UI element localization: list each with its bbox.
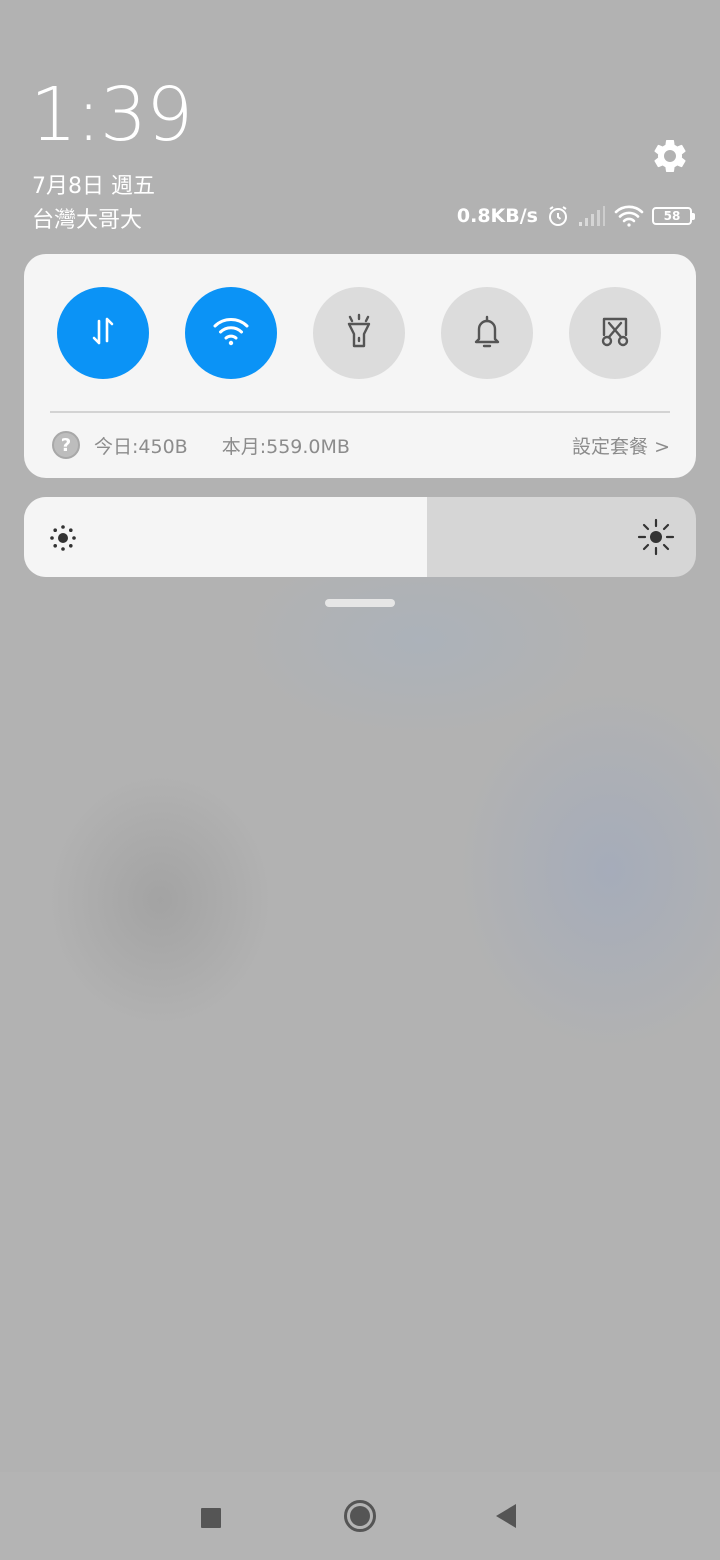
screenshot-toggle[interactable] bbox=[569, 287, 661, 379]
mobile-data-toggle[interactable] bbox=[57, 287, 149, 379]
data-usage-today: 今日:450B bbox=[94, 435, 188, 458]
notifications-toggle[interactable] bbox=[441, 287, 533, 379]
back-button[interactable] bbox=[494, 1503, 518, 1533]
navigation-bar bbox=[0, 1472, 720, 1560]
brightness-high-icon bbox=[636, 517, 676, 561]
status-icons-row: 0.8KB/s 58 bbox=[456, 202, 695, 230]
wifi-signal-icon bbox=[614, 204, 644, 228]
brightness-low-icon bbox=[48, 523, 78, 557]
screenshot-scissors-icon bbox=[596, 313, 634, 353]
help-icon[interactable]: ? bbox=[52, 431, 80, 459]
wifi-toggle[interactable] bbox=[185, 287, 277, 379]
bell-icon bbox=[469, 312, 505, 354]
alarm-icon bbox=[546, 204, 570, 228]
recent-apps-button[interactable] bbox=[200, 1507, 222, 1533]
battery-icon: 58 bbox=[652, 207, 695, 225]
panel-drag-handle[interactable] bbox=[325, 599, 395, 607]
data-usage-month: 本月:559.0MB bbox=[221, 435, 350, 458]
date-label: 7月8日 週五 bbox=[32, 174, 155, 199]
brightness-fill bbox=[24, 497, 428, 577]
carrier-name: 台灣大哥大 bbox=[32, 208, 143, 233]
battery-level: 58 bbox=[663, 209, 681, 223]
quick-toggles-row bbox=[57, 287, 661, 379]
data-usage-row: ? 今日:450B 本月:559.0MB 設定套餐 > bbox=[52, 428, 670, 462]
wallpaper-background bbox=[0, 0, 720, 1560]
cell-signal-icon bbox=[578, 205, 606, 227]
flashlight-toggle[interactable] bbox=[313, 287, 405, 379]
set-data-plan-link[interactable]: 設定套餐 > bbox=[572, 432, 670, 459]
flashlight-icon bbox=[341, 311, 377, 355]
clock-time: 1:39 bbox=[30, 72, 193, 158]
home-button[interactable] bbox=[343, 1499, 377, 1537]
network-speed: 0.8KB/s bbox=[456, 205, 538, 227]
data-arrows-icon bbox=[85, 313, 121, 353]
panel-divider bbox=[50, 411, 670, 413]
brightness-slider[interactable] bbox=[24, 497, 696, 577]
quick-settings-panel: ? 今日:450B 本月:559.0MB 設定套餐 > bbox=[24, 254, 696, 478]
settings-gear-icon[interactable] bbox=[650, 136, 690, 176]
wifi-icon bbox=[211, 315, 251, 351]
